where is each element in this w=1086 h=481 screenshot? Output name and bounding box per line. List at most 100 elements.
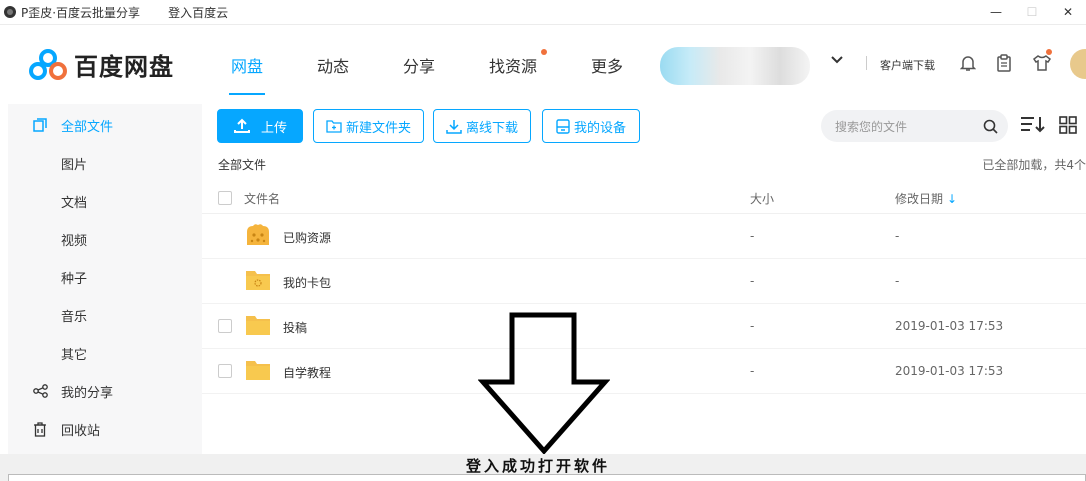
select-all-checkbox[interactable] (218, 191, 232, 205)
app-title: P歪皮·百度云批量分享 (21, 5, 141, 20)
sidebar-item-videos[interactable]: 视频 (8, 220, 202, 258)
trash-icon (34, 422, 46, 437)
file-date: 2019-01-03 17:53 (895, 364, 1004, 378)
sidebar-item-label: 我的分享 (61, 385, 114, 401)
offline-download-button[interactable]: 离线下载 (433, 109, 531, 143)
down-arrow-annotation-icon (478, 312, 610, 454)
brand-logo[interactable]: 百度网盘 (28, 47, 174, 82)
sidebar-item-all-files[interactable]: 全部文件 (8, 106, 202, 144)
bell-icon[interactable] (960, 54, 976, 72)
sidebar-item-music[interactable]: 音乐 (8, 296, 202, 334)
maximize-button[interactable]: ☐ (1014, 0, 1050, 24)
table-header: 文件名 大小 修改日期 ↓ (202, 182, 1086, 214)
nav-item-dongtai[interactable]: 动态 (317, 53, 349, 77)
file-date: - (895, 229, 900, 243)
minimize-button[interactable]: — (978, 0, 1014, 24)
sidebar-item-images[interactable]: 图片 (8, 144, 202, 182)
column-header-name[interactable]: 文件名 (244, 190, 280, 207)
login-menu-item[interactable]: 登入百度云 (168, 4, 228, 21)
notification-dot (1046, 49, 1052, 55)
sidebar: 全部文件 图片 文档 视频 种子 音乐 其它 我的分享 回收站 (8, 104, 202, 454)
sidebar-item-recycle-bin[interactable]: 回收站 (8, 410, 202, 448)
table-row[interactable]: 自学教程 - 2019-01-03 17:53 (202, 349, 1086, 394)
my-devices-label: 我的设备 (573, 120, 626, 136)
sidebar-item-my-shares[interactable]: 我的分享 (8, 372, 202, 410)
user-name-blurred[interactable] (660, 47, 810, 85)
table-row[interactable]: 已购资源 - - (202, 214, 1086, 259)
sort-desc-icon: ↓ (947, 192, 958, 206)
share-icon (33, 384, 48, 398)
file-size: - (750, 319, 755, 333)
column-header-date[interactable]: 修改日期 ↓ (895, 190, 957, 207)
file-name[interactable]: 我的卡包 (283, 274, 331, 291)
my-devices-button[interactable]: 我的设备 (542, 109, 640, 143)
chevron-down-icon[interactable] (830, 55, 844, 65)
sidebar-item-label: 文档 (61, 195, 88, 211)
row-checkbox[interactable] (218, 319, 232, 333)
table-row[interactable]: 投稿 - 2019-01-03 17:53 (202, 304, 1086, 349)
breadcrumb[interactable]: 全部文件 (218, 156, 266, 173)
card-folder-icon (246, 271, 270, 290)
sidebar-item-label: 回收站 (61, 423, 101, 439)
clipboard-icon[interactable] (996, 54, 1012, 72)
sidebar-item-others[interactable]: 其它 (8, 334, 202, 372)
nav-item-more[interactable]: 更多 (591, 53, 623, 77)
column-header-size[interactable]: 大小 (750, 190, 774, 207)
file-date: - (895, 274, 900, 288)
sidebar-item-label: 其它 (61, 347, 88, 363)
annotation-text: 登入成功打开软件 (466, 457, 611, 475)
sidebar-item-label: 视频 (61, 233, 88, 249)
file-name[interactable]: 投稿 (283, 319, 307, 336)
sidebar-item-label: 种子 (61, 271, 88, 287)
new-folder-icon (326, 120, 342, 133)
sidebar-item-documents[interactable]: 文档 (8, 182, 202, 220)
sidebar-item-label: 全部文件 (61, 119, 114, 135)
new-folder-button[interactable]: 新建文件夹 (313, 109, 424, 143)
column-header-date-label: 修改日期 (895, 192, 944, 206)
notification-dot (541, 49, 547, 55)
window-controls: — ☐ ✕ (978, 0, 1086, 24)
sidebar-item-torrents[interactable]: 种子 (8, 258, 202, 296)
purchased-folder-icon (247, 224, 269, 245)
nav-item-wangpan[interactable]: 网盘 (231, 53, 263, 77)
file-date: 2019-01-03 17:53 (895, 319, 1004, 333)
title-bar: P歪皮·百度云批量分享 登入百度云 — ☐ ✕ (0, 0, 1086, 24)
main-content: 上传 新建文件夹 离线下载 我的设备 搜索您的文件 全部文件 已全部加载，共4个… (202, 96, 1086, 454)
folder-icon (246, 361, 270, 380)
nav-item-find-resources[interactable]: 找资源 (489, 53, 537, 77)
new-folder-label: 新建文件夹 (345, 120, 411, 136)
file-size: - (750, 229, 755, 243)
upload-icon (233, 118, 250, 133)
search-icon[interactable] (983, 119, 998, 134)
file-name[interactable]: 已购资源 (283, 229, 331, 246)
download-icon (446, 119, 462, 134)
upload-button[interactable]: 上传 (217, 109, 303, 143)
offline-download-label: 离线下载 (465, 120, 518, 136)
files-icon (33, 118, 47, 132)
file-size: - (750, 364, 755, 378)
folder-icon (246, 316, 270, 335)
nav-item-share[interactable]: 分享 (403, 53, 435, 77)
upload-label: 上传 (260, 120, 287, 136)
tshirt-icon[interactable] (1032, 54, 1052, 72)
brand-name: 百度网盘 (74, 53, 174, 81)
grid-view-icon[interactable] (1059, 116, 1077, 134)
search-placeholder: 搜索您的文件 (835, 119, 908, 134)
client-download-link[interactable]: 客户端下载 (880, 57, 935, 73)
app-logo-icon (4, 6, 16, 18)
file-size: - (750, 274, 755, 288)
row-checkbox[interactable] (218, 364, 232, 378)
baidu-pan-logo-icon (29, 48, 67, 80)
device-icon (556, 118, 570, 134)
sidebar-item-label: 音乐 (61, 309, 88, 325)
load-status: 已全部加载，共4个 (982, 158, 1086, 172)
file-name[interactable]: 自学教程 (283, 364, 331, 381)
active-tab-indicator (229, 93, 265, 95)
search-input[interactable]: 搜索您的文件 (821, 110, 1008, 142)
close-button[interactable]: ✕ (1050, 0, 1086, 24)
sort-list-icon[interactable] (1020, 116, 1046, 134)
sidebar-item-label: 图片 (61, 157, 88, 173)
table-row[interactable]: 我的卡包 - - (202, 259, 1086, 304)
avatar[interactable] (1070, 49, 1086, 79)
top-navigation: 百度网盘 网盘 动态 分享 找资源 更多 客户端下载 (0, 24, 1086, 96)
